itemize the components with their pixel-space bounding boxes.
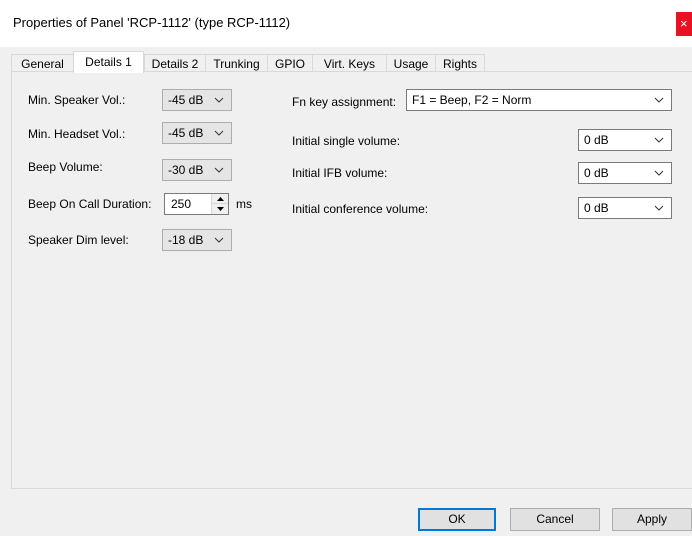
tab-general[interactable]: General bbox=[11, 54, 74, 72]
min-speaker-vol-label: Min. Speaker Vol.: bbox=[28, 93, 126, 107]
triangle-up-icon bbox=[216, 197, 224, 201]
chevron-down-icon bbox=[654, 163, 666, 183]
spinner-buttons bbox=[211, 194, 228, 214]
initial-conference-volume-value: 0 dB bbox=[584, 201, 609, 215]
min-headset-vol-label: Min. Headset Vol.: bbox=[28, 127, 126, 141]
min-headset-vol-select[interactable]: -45 dB bbox=[162, 122, 232, 144]
tab-usage[interactable]: Usage bbox=[386, 54, 436, 72]
beep-volume-label: Beep Volume: bbox=[28, 160, 103, 174]
beep-on-call-duration-label: Beep On Call Duration: bbox=[28, 197, 152, 211]
tab-label: Trunking bbox=[213, 57, 260, 71]
spin-up-button[interactable] bbox=[212, 194, 228, 204]
tab-virt-keys[interactable]: Virt. Keys bbox=[312, 54, 387, 72]
tab-label: GPIO bbox=[274, 57, 305, 71]
initial-ifb-volume-value: 0 dB bbox=[584, 166, 609, 180]
min-headset-vol-value: -45 dB bbox=[168, 126, 204, 140]
initial-single-volume-label: Initial single volume: bbox=[292, 134, 401, 148]
tab-label: Virt. Keys bbox=[323, 57, 376, 71]
chevron-down-icon bbox=[214, 160, 226, 180]
speaker-dim-level-select[interactable]: -18 dB bbox=[162, 229, 232, 251]
tab-strip: General Details 1 Details 2 Trunking GPI… bbox=[11, 51, 691, 73]
fn-key-assignment-value: F1 = Beep, F2 = Norm bbox=[412, 93, 532, 107]
initial-single-volume-select[interactable]: 0 dB bbox=[578, 129, 672, 151]
spin-down-button[interactable] bbox=[212, 204, 228, 214]
initial-conference-volume-select[interactable]: 0 dB bbox=[578, 197, 672, 219]
beep-volume-value: -30 dB bbox=[168, 163, 204, 177]
tab-gpio[interactable]: GPIO bbox=[267, 54, 313, 72]
fn-key-assignment-select[interactable]: F1 = Beep, F2 = Norm bbox=[406, 89, 672, 111]
properties-dialog: Properties of Panel 'RCP-1112' (type RCP… bbox=[0, 0, 692, 536]
beep-on-call-duration-value: 250 bbox=[171, 197, 192, 211]
initial-conference-volume-label: Initial conference volume: bbox=[292, 202, 429, 216]
triangle-down-icon bbox=[216, 207, 224, 211]
cancel-button[interactable]: Cancel bbox=[510, 508, 600, 531]
chevron-down-icon bbox=[654, 90, 666, 110]
tab-label: General bbox=[21, 57, 64, 71]
beep-on-call-duration-spinner[interactable]: 250 bbox=[164, 193, 229, 215]
ok-button[interactable]: OK bbox=[418, 508, 496, 531]
beep-on-call-duration-unit: ms bbox=[236, 197, 252, 211]
tab-details-1[interactable]: Details 1 bbox=[73, 51, 144, 73]
chevron-down-icon bbox=[214, 230, 226, 250]
initial-single-volume-value: 0 dB bbox=[584, 133, 609, 147]
apply-button[interactable]: Apply bbox=[612, 508, 692, 531]
chevron-down-icon bbox=[214, 123, 226, 143]
tab-rights[interactable]: Rights bbox=[435, 54, 485, 72]
beep-volume-select[interactable]: -30 dB bbox=[162, 159, 232, 181]
close-button[interactable]: × bbox=[676, 12, 692, 36]
tab-details-2[interactable]: Details 2 bbox=[144, 54, 206, 72]
min-speaker-vol-select[interactable]: -45 dB bbox=[162, 89, 232, 111]
window-title: Properties of Panel 'RCP-1112' (type RCP… bbox=[13, 15, 291, 30]
speaker-dim-level-label: Speaker Dim level: bbox=[28, 233, 129, 247]
fn-key-assignment-label: Fn key assignment: bbox=[292, 95, 397, 109]
tab-label: Usage bbox=[393, 57, 429, 71]
speaker-dim-level-value: -18 dB bbox=[168, 233, 204, 247]
min-speaker-vol-value: -45 dB bbox=[168, 93, 204, 107]
close-icon: × bbox=[680, 16, 688, 31]
chevron-down-icon bbox=[214, 90, 226, 110]
tab-label: Rights bbox=[442, 57, 477, 71]
tab-label: Details 2 bbox=[151, 57, 199, 71]
title-bar: Properties of Panel 'RCP-1112' (type RCP… bbox=[0, 0, 692, 47]
chevron-down-icon bbox=[654, 198, 666, 218]
chevron-down-icon bbox=[654, 130, 666, 150]
tab-label: Details 1 bbox=[85, 55, 132, 69]
tab-trunking[interactable]: Trunking bbox=[205, 54, 268, 72]
initial-ifb-volume-select[interactable]: 0 dB bbox=[578, 162, 672, 184]
initial-ifb-volume-label: Initial IFB volume: bbox=[292, 166, 388, 180]
